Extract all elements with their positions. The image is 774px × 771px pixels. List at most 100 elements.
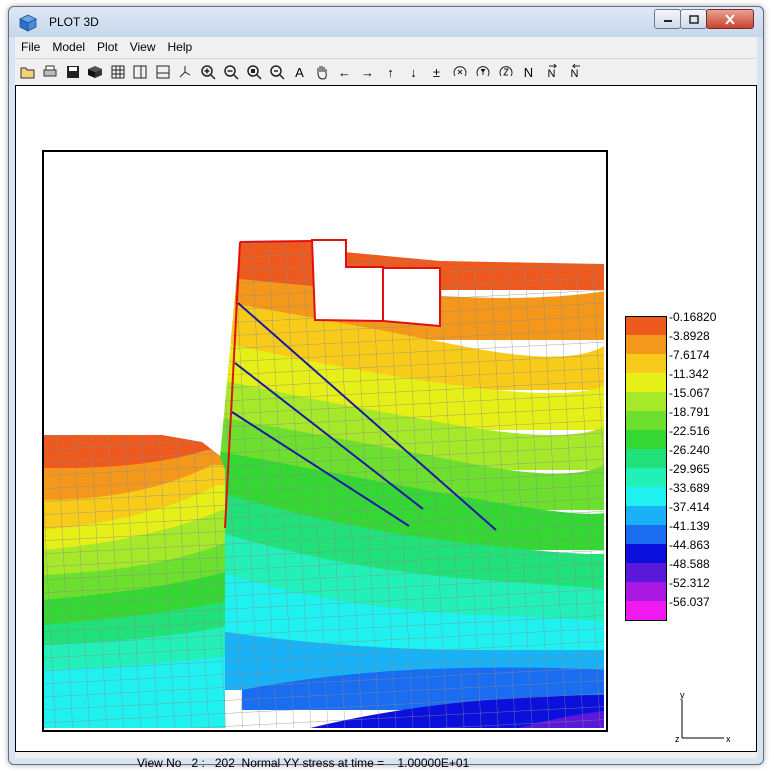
open-button[interactable]	[17, 62, 38, 82]
mesh-grid-icon	[111, 65, 124, 79]
legend-item: -56.037	[625, 595, 755, 621]
normal-next-icon: N	[548, 64, 557, 80]
result-time: 1.00000E+01	[397, 756, 470, 770]
title-bar[interactable]: PLOT 3D	[9, 7, 763, 37]
rotate-y-button[interactable]	[472, 62, 493, 82]
legend-swatch	[625, 506, 667, 525]
rotate-axes-button[interactable]	[174, 62, 195, 82]
minimize-button[interactable]	[654, 9, 681, 29]
legend-label: -44.863	[669, 538, 710, 552]
pan-hand-button[interactable]	[311, 62, 332, 82]
rotate-z-button[interactable]	[495, 62, 516, 82]
legend-label: -18.791	[669, 405, 710, 419]
menu-bar: File Model Plot View Help	[15, 37, 757, 57]
normal-view-icon: N	[523, 64, 534, 80]
window-title: PLOT 3D	[49, 15, 99, 29]
arrow-up-icon: ↑	[387, 64, 394, 80]
view-3d-button[interactable]	[84, 62, 105, 82]
legend-label: -56.037	[669, 595, 710, 609]
legend-label: -29.965	[669, 462, 710, 476]
rotate-x-icon	[453, 66, 466, 77]
legend-swatch	[625, 430, 667, 449]
stress-contour-plot[interactable]	[42, 150, 608, 732]
legend-label: -33.689	[669, 481, 710, 495]
legend-swatch	[625, 601, 667, 621]
zoom-in-button[interactable]	[197, 62, 218, 82]
zoom-in-icon	[200, 65, 216, 80]
legend-label: -7.6174	[669, 348, 710, 362]
print-icon	[43, 65, 56, 77]
split-horizontal-button[interactable]	[152, 62, 173, 82]
legend-swatch	[625, 563, 667, 582]
legend-label: -48.588	[669, 557, 710, 571]
restore-icon	[688, 14, 699, 24]
rotate-x-button[interactable]	[449, 62, 470, 82]
legend-label: -41.139	[669, 519, 710, 533]
pan-hand-icon	[317, 66, 327, 80]
save-button[interactable]	[62, 62, 83, 82]
view-number: 2	[191, 756, 199, 770]
app-window: PLOT 3D File Model Plot View Help A ← → …	[8, 6, 764, 770]
legend-label: -3.8928	[669, 329, 710, 343]
axis-triad: y z x	[674, 690, 734, 744]
text-annotation-button[interactable]: A	[289, 62, 310, 82]
split-vertical-button[interactable]	[129, 62, 150, 82]
normal-next-button[interactable]: N	[541, 62, 562, 82]
menu-plot[interactable]: Plot	[91, 37, 124, 57]
menu-model[interactable]: Model	[46, 37, 91, 57]
close-icon	[725, 13, 735, 25]
mesh-grid-button[interactable]	[107, 62, 128, 82]
arrow-up-button[interactable]: ↑	[380, 62, 401, 82]
arrow-left-icon: ←	[338, 64, 351, 80]
print-button[interactable]	[39, 62, 60, 82]
zoom-previous-button[interactable]	[266, 62, 287, 82]
plus-minus-button[interactable]: ±	[426, 62, 447, 82]
view-3d-icon	[87, 66, 102, 78]
legend-swatch	[625, 316, 667, 336]
menu-view[interactable]: View	[124, 37, 162, 57]
text-annotation-icon: A	[295, 64, 304, 80]
app-cube-icon	[19, 14, 37, 32]
zoom-out-button[interactable]	[220, 62, 241, 82]
top-boundary	[239, 239, 313, 243]
result-description: Normal YY stress at time =	[241, 756, 385, 770]
arrow-right-icon: →	[361, 64, 374, 80]
client-area: File Model Plot View Help A ← → ↑ ↓ ± N …	[15, 37, 757, 770]
axis-y-label: y	[680, 690, 685, 700]
legend-swatch	[625, 449, 667, 468]
maximize-button[interactable]	[680, 9, 707, 29]
legend-swatch	[625, 525, 667, 544]
legend-label: -0.16820	[669, 310, 717, 324]
legend-swatch	[625, 335, 667, 354]
normal-previous-button[interactable]: N	[564, 62, 585, 82]
toolbar: A ← → ↑ ↓ ± N N N	[15, 58, 757, 86]
axis-triad-icon	[681, 700, 724, 739]
arrow-right-button[interactable]: →	[357, 62, 378, 82]
zoom-window-icon	[246, 65, 262, 80]
plot-canvas[interactable]: -0.16820 -3.8928 -7.6174 -11.342 -15.067 -18.…	[15, 85, 757, 770]
arrow-down-button[interactable]: ↓	[403, 62, 424, 82]
legend-label: -52.312	[669, 576, 710, 590]
step-number: 202	[214, 756, 235, 770]
open-icon	[20, 67, 34, 79]
arrow-left-button[interactable]: ←	[334, 62, 355, 82]
normal-previous-label: N	[570, 68, 579, 80]
normal-view-button[interactable]: N	[518, 62, 539, 82]
save-icon	[66, 66, 79, 78]
legend-swatch	[625, 373, 667, 392]
legend-swatch	[625, 354, 667, 373]
view-label: View No	[137, 756, 182, 770]
menu-file[interactable]: File	[15, 37, 46, 57]
split-horizontal-icon	[156, 65, 169, 79]
axis-x-label: x	[726, 734, 731, 744]
close-button[interactable]	[706, 9, 754, 29]
rotate-z-icon	[499, 66, 512, 77]
plus-minus-icon: ±	[432, 64, 441, 80]
opening-right	[382, 267, 441, 328]
minimize-icon	[663, 20, 672, 22]
menu-help[interactable]: Help	[162, 37, 199, 57]
zoom-window-button[interactable]	[243, 62, 264, 82]
zoom-previous-icon	[269, 65, 285, 80]
legend-swatch	[625, 392, 667, 411]
zoom-out-icon	[223, 65, 239, 80]
